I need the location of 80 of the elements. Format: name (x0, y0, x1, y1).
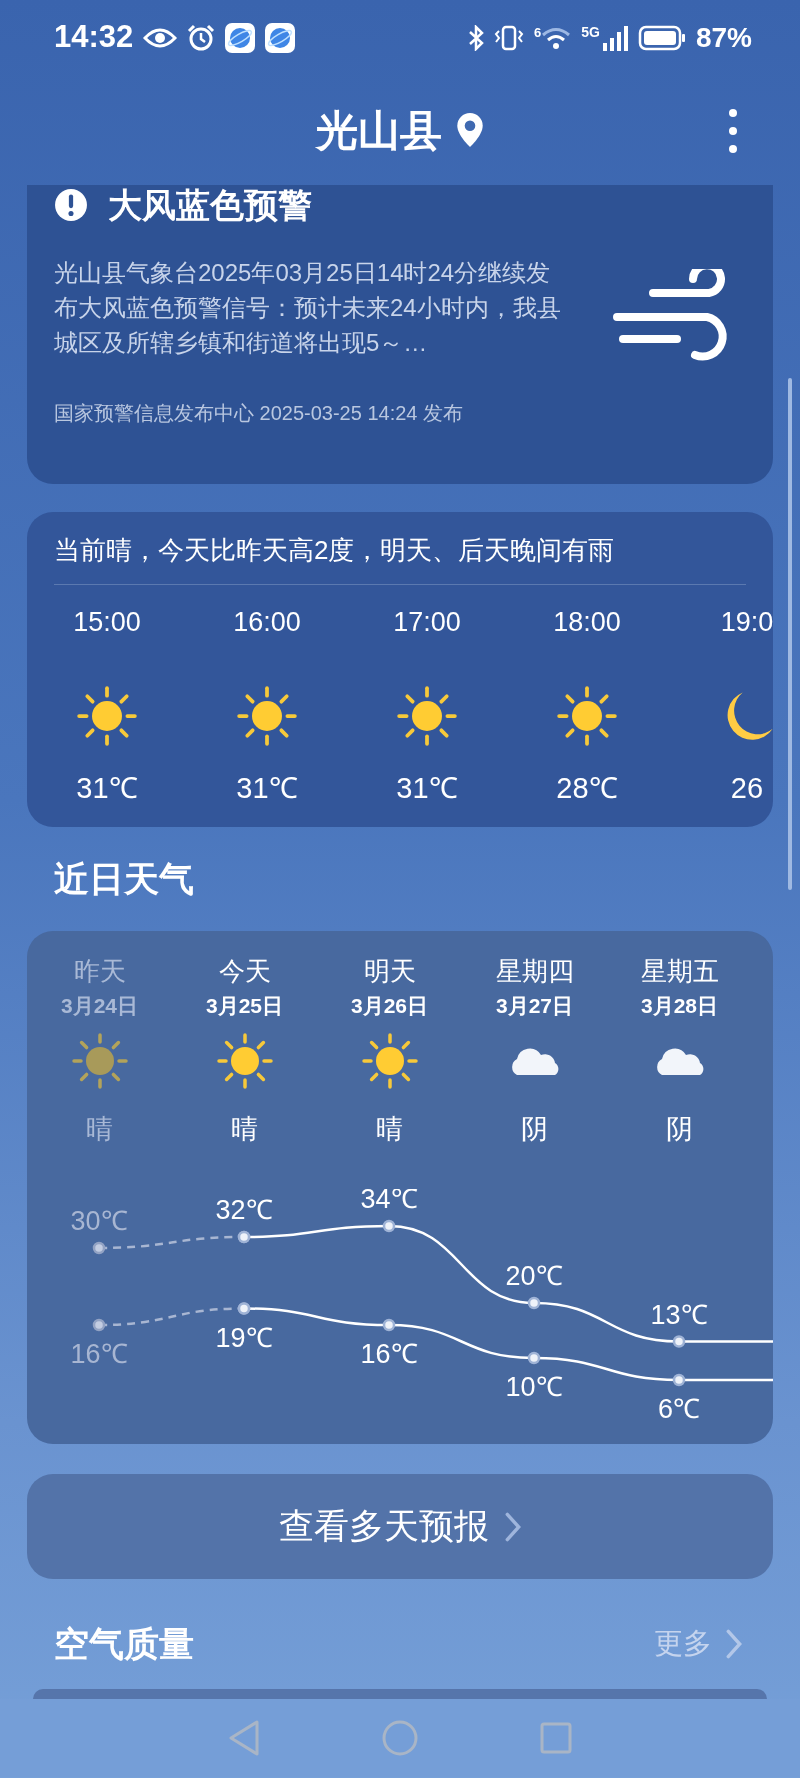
temperature-label: 34℃ (360, 1189, 418, 1214)
city-title: 光山县 (316, 105, 442, 156)
hour-time: 17:00 (393, 607, 461, 637)
multi-day-forecast-button[interactable]: 查看多天预报 (27, 1474, 773, 1579)
day-date: 3月25日 (205, 993, 283, 1019)
day-condition: 晴 (86, 1113, 113, 1145)
hour-time: 15:00 (73, 607, 141, 637)
vibrate-icon (494, 24, 525, 51)
sun-icon (216, 1033, 273, 1089)
temperature-label: 16℃ (70, 1339, 128, 1369)
more-options-icon[interactable] (728, 108, 738, 154)
battery-icon (637, 24, 686, 51)
hour-time: 16:00 (233, 607, 301, 637)
data-point (527, 1351, 541, 1365)
warning-source: 国家预警信息发布中心 2025-03-25 14:24 发布 (54, 401, 465, 426)
hour-temperature: 31℃ (396, 773, 458, 803)
recent-apps-icon[interactable] (539, 1721, 573, 1755)
data-point (527, 1296, 541, 1310)
day-label: 今天 (218, 955, 271, 987)
app-icon (265, 22, 296, 53)
sun-icon (71, 1033, 128, 1089)
exclamation-icon (54, 188, 88, 222)
warning-card[interactable]: 大风蓝色预警 光山县气象台2025年03月25日14时24分继续发布大风蓝色预警信号：预计未来24小时内，我县城区及所辖乡镇和街道将出现5～… 国家预警信息发布中心 2025-03-25 14:24 发布 (27, 185, 773, 484)
section-title: 空气质量 (54, 1622, 194, 1665)
day-date: 3月27日 (495, 993, 573, 1019)
temperature-label: 16℃ (360, 1339, 418, 1369)
day-label: 昨天 (73, 955, 126, 987)
temperature-label: 32℃ (215, 1195, 273, 1225)
alarm-clock-icon (187, 23, 216, 52)
app-icon (225, 22, 256, 53)
chevron-right-icon (505, 1511, 521, 1542)
day-condition: 阴 (521, 1113, 548, 1145)
sun-icon (77, 686, 137, 746)
day-condition: 晴 (376, 1113, 403, 1145)
data-point (382, 1318, 396, 1332)
battery-percentage: 87% (695, 20, 752, 55)
temperature-label: 20℃ (505, 1261, 563, 1291)
temperature-label: 13℃ (650, 1299, 708, 1330)
section-title: 近日天气 (54, 857, 194, 900)
data-point (672, 1335, 686, 1348)
data-point (92, 1318, 106, 1332)
clock-time: 14:32 (54, 18, 134, 57)
temperature-label: 30℃ (70, 1206, 128, 1236)
day-label: 明天 (363, 955, 416, 987)
day-label: 星期五 (640, 955, 719, 987)
hour-time: 19:0 (720, 607, 773, 637)
temperature-label: 19℃ (215, 1322, 273, 1353)
hour-temperature: 26 (730, 773, 764, 803)
signal-icon (601, 24, 628, 51)
data-point (672, 1373, 686, 1387)
data-point (382, 1219, 396, 1233)
wifi-icon (541, 25, 572, 50)
eye-icon (143, 26, 178, 49)
bluetooth-icon (468, 24, 485, 51)
hour-temperature: 28℃ (556, 773, 618, 803)
back-icon[interactable] (227, 1719, 261, 1757)
day-label: 星期四 (495, 955, 574, 987)
sun-icon (557, 686, 617, 746)
sun-icon (361, 1033, 418, 1089)
warning-title: 大风蓝色预警 (108, 184, 312, 226)
day-date: 3月24日 (60, 993, 138, 1019)
temperature-label: 6℃ (658, 1394, 700, 1424)
warning-description: 光山县气象台2025年03月25日14时24分继续发布大风蓝色预警信号：预计未来24小时内，我县城区及所辖乡镇和街道将出现5～… (54, 258, 562, 358)
location-pin-icon[interactable] (456, 112, 484, 148)
data-point (92, 1241, 106, 1255)
hour-temperature: 31℃ (76, 773, 138, 803)
temperature-label: 10℃ (505, 1372, 563, 1402)
home-icon[interactable] (381, 1719, 419, 1757)
sun-icon (237, 686, 297, 746)
chevron-right-icon (726, 1629, 742, 1659)
day-condition: 晴 (231, 1113, 258, 1145)
network-label: 5G (581, 24, 600, 39)
day-date: 3月28日 (640, 993, 718, 1019)
hour-time: 18:00 (553, 607, 621, 637)
day-condition: 阴 (666, 1113, 693, 1145)
hour-temperature: 31℃ (236, 773, 298, 803)
day-date: 3月26日 (350, 993, 428, 1019)
wifi-label: 6 (534, 25, 542, 39)
sun-icon (397, 686, 457, 746)
weather-summary: 当前晴，今天比昨天高2度，明天、后天晚间有雨 (54, 534, 615, 566)
